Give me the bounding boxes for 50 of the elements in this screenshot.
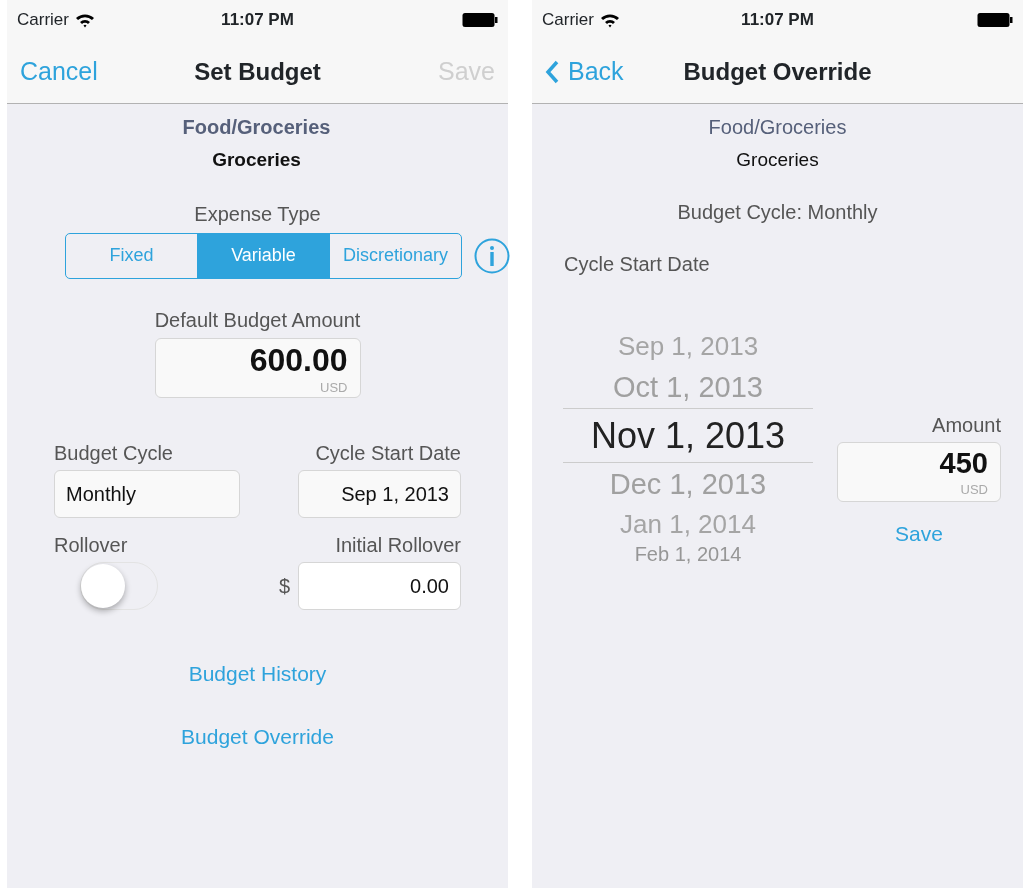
- amount-label: Default Budget Amount: [154, 307, 361, 333]
- picker-row[interactable]: Feb 1, 2014: [563, 544, 813, 564]
- picker-row[interactable]: Oct 1, 2013: [563, 365, 813, 408]
- save-button[interactable]: Save: [895, 517, 943, 549]
- link-button[interactable]: Budget History: [188, 657, 327, 689]
- amount-field[interactable]: 600.00 USD: [154, 337, 361, 398]
- category-label: Food/Groceries: [708, 115, 847, 140]
- section-label: Expense Type: [194, 201, 321, 227]
- battery-icon: [977, 12, 1013, 28]
- category-label: Food/Groceries: [182, 115, 331, 140]
- info-icon[interactable]: [474, 237, 510, 274]
- link-button[interactable]: Budget Override: [181, 721, 334, 753]
- rollover-switch[interactable]: [80, 561, 158, 610]
- initial-rollover-field[interactable]: 0.00: [298, 561, 461, 610]
- carrier-label: Carrier: [542, 9, 594, 32]
- nav-title: Budget Override: [683, 56, 872, 87]
- segment-tab[interactable]: Discretionary: [329, 233, 461, 278]
- picker-row[interactable]: Sep 1, 2013: [563, 326, 813, 366]
- field-label: Cycle Start Date: [564, 251, 711, 277]
- time-label: 11:07 PM: [221, 9, 294, 32]
- field-label: Cycle Start Date: [315, 440, 461, 466]
- back-button[interactable]: Back: [545, 52, 624, 91]
- field-label: Initial Rollover: [335, 532, 461, 558]
- cycle-label: Budget Cycle: Monthly: [677, 199, 878, 225]
- amount-field[interactable]: 450 USD: [837, 441, 1001, 502]
- dollar-sign: $: [278, 573, 290, 599]
- cancel-button[interactable]: Cancel: [20, 52, 98, 91]
- field-label: Budget Cycle: [54, 440, 173, 466]
- picker-row[interactable]: Dec 1, 2013: [563, 462, 813, 505]
- amount-value: 600.00: [249, 342, 348, 378]
- battery-icon: [462, 12, 498, 28]
- picker-row[interactable]: Jan 1, 2014: [563, 505, 813, 544]
- currency-label: USD: [320, 378, 348, 397]
- segment-tab[interactable]: Fixed: [66, 233, 197, 278]
- field-label: Rollover: [54, 532, 128, 558]
- picker-row[interactable]: Nov 1, 2013: [563, 407, 813, 463]
- wifi-icon: [599, 12, 620, 28]
- segment-tab[interactable]: Variable: [197, 233, 329, 278]
- start-date-field[interactable]: Sep 1, 2013: [298, 469, 461, 518]
- currency-label: USD: [960, 480, 988, 499]
- budget-cycle-field[interactable]: Monthly: [54, 469, 240, 518]
- time-label: 11:07 PM: [741, 9, 814, 32]
- chevron-left-icon: [545, 59, 559, 84]
- subcategory-label: Groceries: [212, 148, 301, 172]
- amount-label: Amount: [932, 412, 1001, 438]
- carrier-label: Carrier: [17, 9, 69, 32]
- subcategory-label: Groceries: [736, 148, 819, 172]
- wifi-icon: [74, 12, 95, 28]
- nav-title: Set Budget: [194, 56, 321, 87]
- amount-value: 450: [939, 446, 988, 480]
